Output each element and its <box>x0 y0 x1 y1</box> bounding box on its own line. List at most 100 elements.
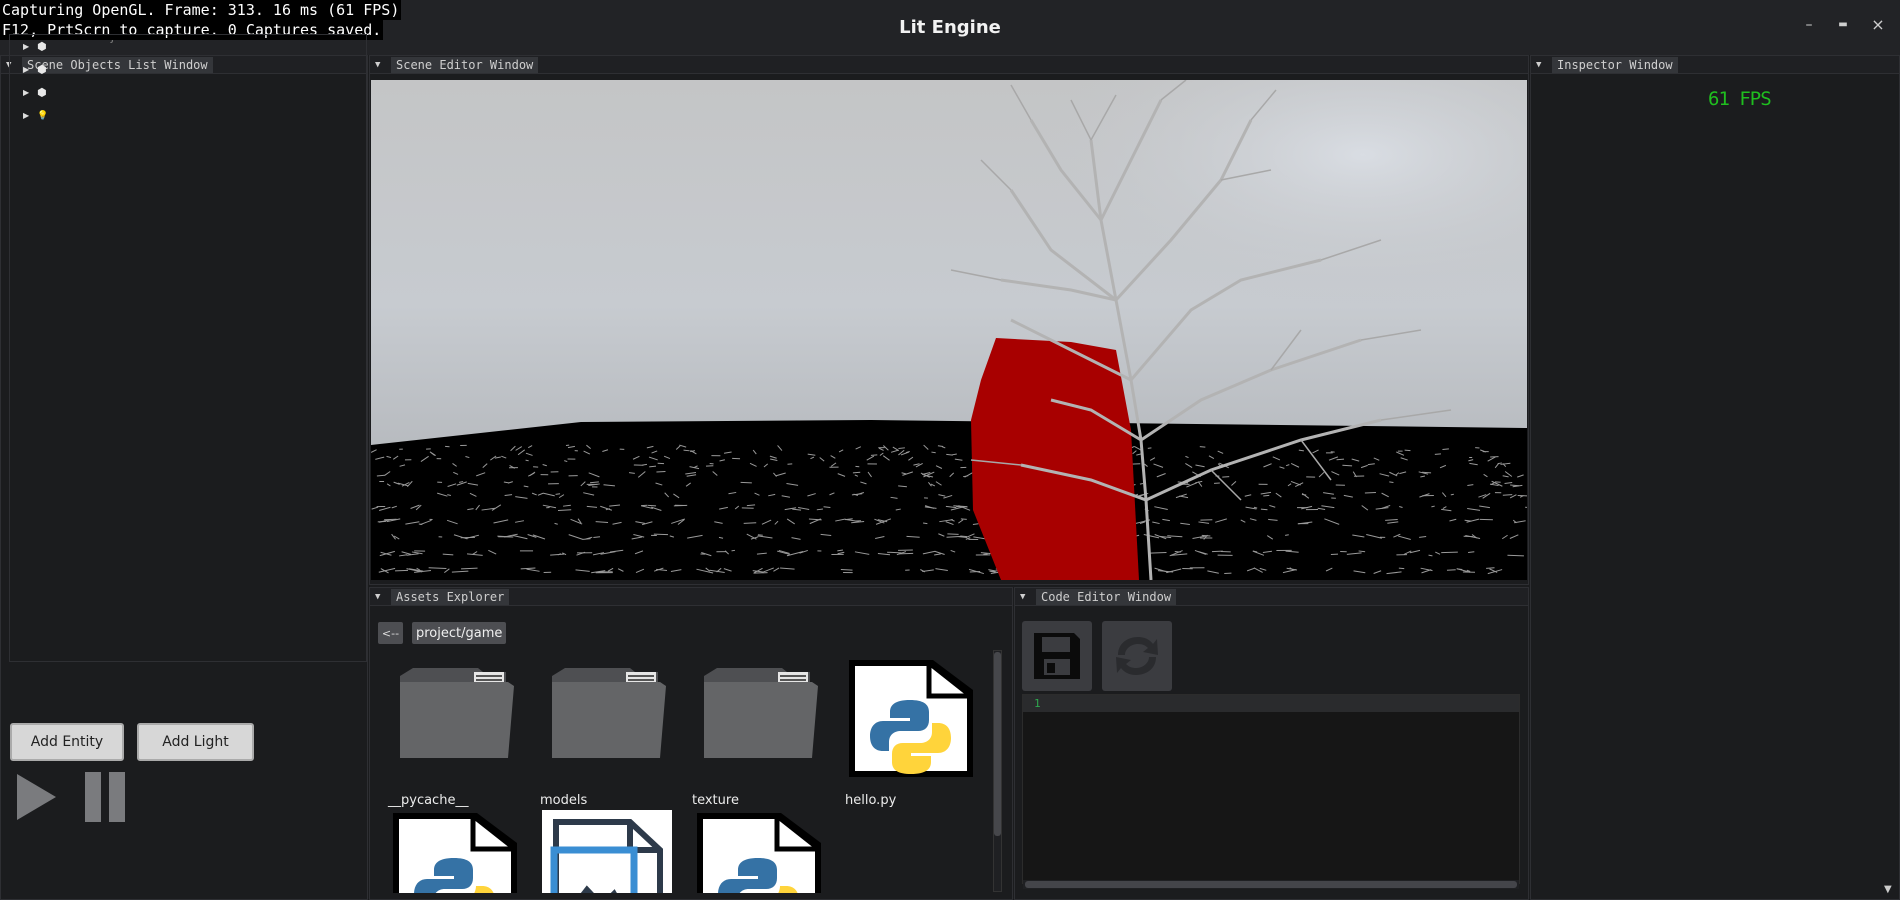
cube-icon: ⬢ <box>37 62 47 76</box>
code-text-area[interactable] <box>1022 694 1520 884</box>
asset-item-python[interactable] <box>697 813 827 893</box>
panel-title: Scene Editor Window <box>391 56 539 73</box>
collapse-icon[interactable]: ▼ <box>375 60 385 70</box>
add-entity-button[interactable]: Add Entity <box>10 723 124 761</box>
asset-item-folder[interactable]: texture <box>692 660 822 810</box>
ground-grid-mark <box>1149 552 1167 554</box>
ground-grid-mark <box>395 569 409 572</box>
red-object <box>971 338 1139 580</box>
scene-object-tree: ▶ ⬢ ▶ ⬢ ▶ ⬢ ▶ 💡 <box>9 34 367 662</box>
expand-arrow-icon[interactable]: ▶ <box>23 65 37 74</box>
ground-grid-mark <box>656 470 666 473</box>
path-button[interactable]: project/game <box>412 622 507 644</box>
scene-viewport[interactable] <box>371 80 1527 580</box>
ground-grid-mark <box>1428 554 1433 557</box>
tree-item[interactable]: ▶ ⬢ <box>10 58 366 81</box>
panel-header: ▼ Inspector Window <box>1531 56 1899 74</box>
play-icon[interactable] <box>14 770 60 824</box>
cube-icon: ⬢ <box>37 39 47 53</box>
collapse-icon[interactable]: ▼ <box>1536 60 1546 70</box>
resize-arrow-icon[interactable]: ▼ <box>1884 884 1892 895</box>
asset-name: __pycache__ <box>388 793 469 808</box>
assets-scroll-thumb[interactable] <box>994 652 1001 836</box>
ground-grid-mark <box>1446 569 1456 571</box>
ground-grid-mark <box>931 451 936 454</box>
asset-item-python[interactable] <box>393 813 523 893</box>
ground-grid-mark <box>743 522 757 524</box>
collapse-icon[interactable]: ▼ <box>375 592 385 602</box>
close-button[interactable]: × <box>1865 14 1891 36</box>
tree-item[interactable]: ▶ 💡 <box>10 104 366 127</box>
ground-grid-mark <box>555 493 561 495</box>
collapse-icon[interactable]: ▼ <box>1020 592 1030 602</box>
line-number: 1 <box>1023 695 1519 712</box>
ground-grid-mark <box>683 449 690 452</box>
expand-arrow-icon[interactable]: ▶ <box>23 88 37 97</box>
ground-grid-mark <box>1139 482 1144 485</box>
panel-title: Inspector Window <box>1552 56 1678 73</box>
asset-item-python[interactable]: hello.py <box>845 660 975 810</box>
folder-icon <box>400 668 514 758</box>
ground-grid-mark <box>922 522 928 525</box>
ground-grid-mark <box>898 552 914 555</box>
ground-grid-mark <box>642 463 647 466</box>
light-bulb-icon: 💡 <box>37 110 49 121</box>
fps-counter: 61 FPS <box>1708 88 1772 110</box>
asset-item-folder[interactable]: __pycache__ <box>388 660 518 810</box>
ground-grid-mark <box>1468 551 1475 553</box>
ground-grid-mark <box>887 551 902 554</box>
python-file-icon <box>849 660 973 777</box>
ground-grid-mark <box>1389 481 1394 483</box>
floppy-disk-icon <box>1034 633 1080 679</box>
expand-arrow-icon[interactable]: ▶ <box>23 111 37 120</box>
panel-title: Code Editor Window <box>1036 588 1177 605</box>
ground-grid-mark <box>969 570 981 573</box>
reload-button[interactable] <box>1102 621 1172 691</box>
python-file-icon <box>697 813 821 893</box>
inspector-panel: ▼ Inspector Window <box>1530 55 1900 900</box>
ground-grid-mark <box>870 454 878 456</box>
ground-grid-mark <box>1199 446 1206 448</box>
ground-grid-mark <box>525 459 529 462</box>
ground-grid-mark <box>1422 471 1432 474</box>
asset-item-folder[interactable]: models <box>540 660 670 810</box>
capture-status-line: Capturing OpenGL. Frame: 313. 16 ms (61 … <box>0 0 402 20</box>
ground-grid-mark <box>1507 554 1524 557</box>
ground-grid-mark <box>840 569 853 571</box>
ground-grid-mark <box>746 504 756 507</box>
asset-name: texture <box>692 793 739 808</box>
maximize-button[interactable]: ▬ <box>1830 14 1856 36</box>
ground-grid-mark <box>1441 551 1458 554</box>
code-scroll-thumb[interactable] <box>1025 881 1517 888</box>
ground-grid-mark <box>960 518 967 520</box>
ground-grid-mark <box>1260 508 1268 511</box>
add-light-button[interactable]: Add Light <box>137 723 254 761</box>
ground-grid-mark <box>1502 494 1513 496</box>
ground-grid-mark <box>1285 534 1289 536</box>
ground-grid-mark <box>731 549 736 552</box>
asset-name: models <box>540 793 588 808</box>
panel-header: ▼ Code Editor Window <box>1015 588 1528 606</box>
folder-icon <box>552 668 666 758</box>
panel-header: ▼ Assets Explorer <box>370 588 1012 606</box>
expand-arrow-icon[interactable]: ▶ <box>23 42 37 51</box>
back-button[interactable]: <-- <box>378 622 403 644</box>
ground-grid-mark <box>1263 494 1270 497</box>
ground-grid-mark <box>1336 458 1345 461</box>
save-button[interactable] <box>1022 621 1092 691</box>
minimize-button[interactable]: – <box>1796 14 1822 36</box>
pause-icon[interactable] <box>84 770 128 824</box>
tree-item[interactable]: ▶ ⬢ <box>10 81 366 104</box>
ground-grid-mark <box>1450 493 1454 496</box>
panel-header: ▼ Scene Editor Window <box>370 56 1528 74</box>
image-file-icon <box>542 810 672 893</box>
tree-item[interactable]: ▶ ⬢ <box>10 35 366 58</box>
ground-grid-mark <box>1342 464 1353 467</box>
cube-icon: ⬢ <box>37 85 47 99</box>
clouds <box>871 80 1527 380</box>
ground-plane <box>371 420 1527 580</box>
asset-item-image[interactable] <box>542 810 672 893</box>
ground-grid-mark <box>898 447 905 450</box>
ground-grid-mark <box>823 506 831 508</box>
ground-grid-mark <box>1442 448 1449 450</box>
